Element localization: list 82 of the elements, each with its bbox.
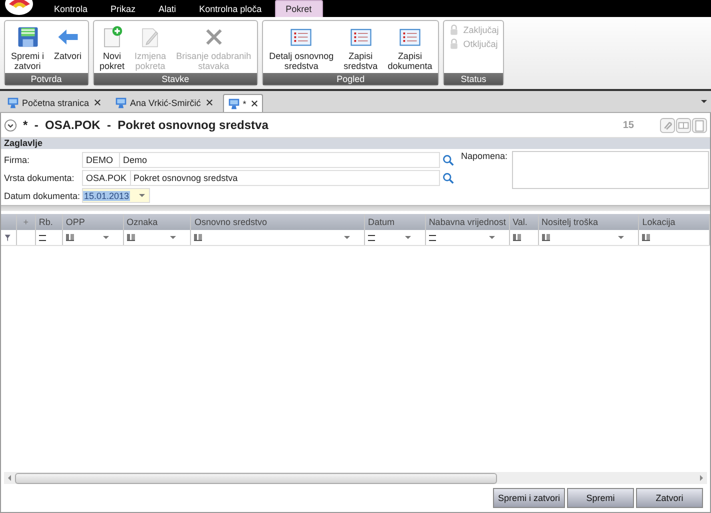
close-icon[interactable] (94, 99, 102, 106)
filter-icon[interactable] (4, 234, 12, 242)
ribbon-button[interactable]: Zapisi sredstva (340, 23, 382, 73)
ribbon-button[interactable]: Novi pokret (96, 23, 129, 73)
monitor-icon (7, 96, 19, 108)
field-value: Pokret osnovnog sredstva (132, 172, 239, 184)
search-icon[interactable] (442, 154, 454, 166)
group-label: Potvrda (5, 73, 88, 85)
padlock-icon (448, 38, 460, 50)
lookup-field[interactable]: OSA.POK Pokret osnovnog sredstva (82, 170, 440, 186)
note-field[interactable] (512, 151, 709, 189)
equals-filter-icon[interactable] (428, 234, 436, 240)
date-field[interactable]: 15.01.2013 (82, 188, 150, 203)
text-filter-icon[interactable] (66, 234, 74, 241)
field-label: Firma: (3, 154, 30, 164)
text-filter-icon[interactable] (194, 234, 202, 241)
close-icon[interactable] (251, 100, 258, 107)
document-number: 15 (622, 120, 634, 130)
code-value: DEMO (83, 152, 120, 166)
lookup-field[interactable]: DEMO Demo (82, 152, 440, 168)
monitor-icon (228, 98, 240, 110)
caret-icon[interactable] (344, 236, 350, 239)
group-label: Stavke (94, 73, 258, 85)
ribbon-button[interactable]: Spremi i zatvori (7, 23, 48, 73)
group-label: Pogled (263, 73, 438, 85)
caret-icon[interactable] (488, 236, 495, 239)
caret-icon[interactable] (102, 236, 109, 239)
menu-tab[interactable]: Alati (148, 1, 186, 17)
horizontal-scrollbar[interactable] (4, 472, 707, 484)
caret-icon[interactable] (170, 236, 176, 239)
document-title: * - OSA.POK - Pokret osnovnog sredstva (23, 118, 270, 132)
text-filter-icon[interactable] (542, 234, 550, 241)
tab-label: * (242, 98, 246, 108)
menu-tab[interactable]: Kontrola (44, 1, 98, 17)
ribbon-button[interactable]: Zapisi dokumenta (384, 23, 436, 73)
group-label: Status (444, 73, 503, 85)
document-tab[interactable]: * (222, 94, 264, 112)
paperclip-icon[interactable] (660, 118, 675, 132)
collapse-icon[interactable] (4, 118, 17, 132)
caret-icon[interactable] (618, 236, 624, 239)
column-header[interactable]: Val. (510, 214, 538, 230)
equals-filter-icon[interactable] (38, 234, 46, 240)
column-header[interactable]: Nabavna vrijednost (426, 214, 510, 230)
clipboard-icon[interactable] (692, 118, 707, 132)
logo-icon[interactable] (4, 0, 34, 16)
padlock-icon (448, 24, 460, 36)
footer-button[interactable]: Spremi (567, 488, 634, 508)
tab-label: Ana Vrkić-Smirčić (130, 98, 201, 108)
tab-label: Početna stranica (22, 98, 90, 108)
dropdown-icon[interactable] (701, 100, 707, 103)
field-value: Demo (122, 154, 148, 166)
ribbon-button[interactable]: Zatvori (50, 23, 86, 73)
document-tab[interactable]: Ana Vrkić-Smirčić (111, 94, 217, 111)
menu-tab[interactable]: Kontrolna ploča (189, 1, 272, 17)
search-icon[interactable] (442, 172, 454, 184)
field-label: Napomena: (460, 151, 508, 163)
field-label: Datum dokumenta: (3, 190, 82, 200)
footer-button[interactable]: Zatvori (636, 488, 703, 508)
column-header[interactable]: Oznaka (124, 214, 192, 230)
code-value: OSA.POK (83, 170, 131, 184)
column-header[interactable]: Datum (364, 214, 426, 230)
footer-button[interactable]: Spremi i zatvori (492, 488, 565, 508)
field-label: Vrsta dokumenta: (3, 172, 76, 182)
caret-icon[interactable] (404, 236, 411, 239)
monitor-icon (115, 96, 128, 108)
equals-filter-icon[interactable] (368, 234, 375, 240)
text-filter-icon[interactable] (126, 234, 135, 241)
menu-tab[interactable]: Prikaz (100, 1, 146, 17)
document-tab[interactable]: Početna stranica (3, 94, 106, 111)
column-header[interactable]: Lokacija (639, 214, 710, 230)
field-value: 15.01.2013 (83, 190, 130, 200)
column-header[interactable]: Osnovno sredstvo (191, 214, 365, 230)
ribbon-button[interactable]: Detalj osnovnog sredstva (265, 23, 338, 73)
close-icon[interactable] (206, 99, 213, 106)
section-header: Zaglavlje (1, 138, 710, 149)
text-filter-icon[interactable] (512, 234, 521, 241)
column-header[interactable]: OPP (62, 214, 124, 230)
text-filter-icon[interactable] (642, 234, 650, 241)
menu-tab[interactable]: Pokret (274, 0, 323, 17)
column-header[interactable]: Rb. (36, 214, 63, 230)
caret-icon[interactable] (139, 194, 145, 197)
column-header[interactable]: Nositelj troška (538, 214, 640, 230)
